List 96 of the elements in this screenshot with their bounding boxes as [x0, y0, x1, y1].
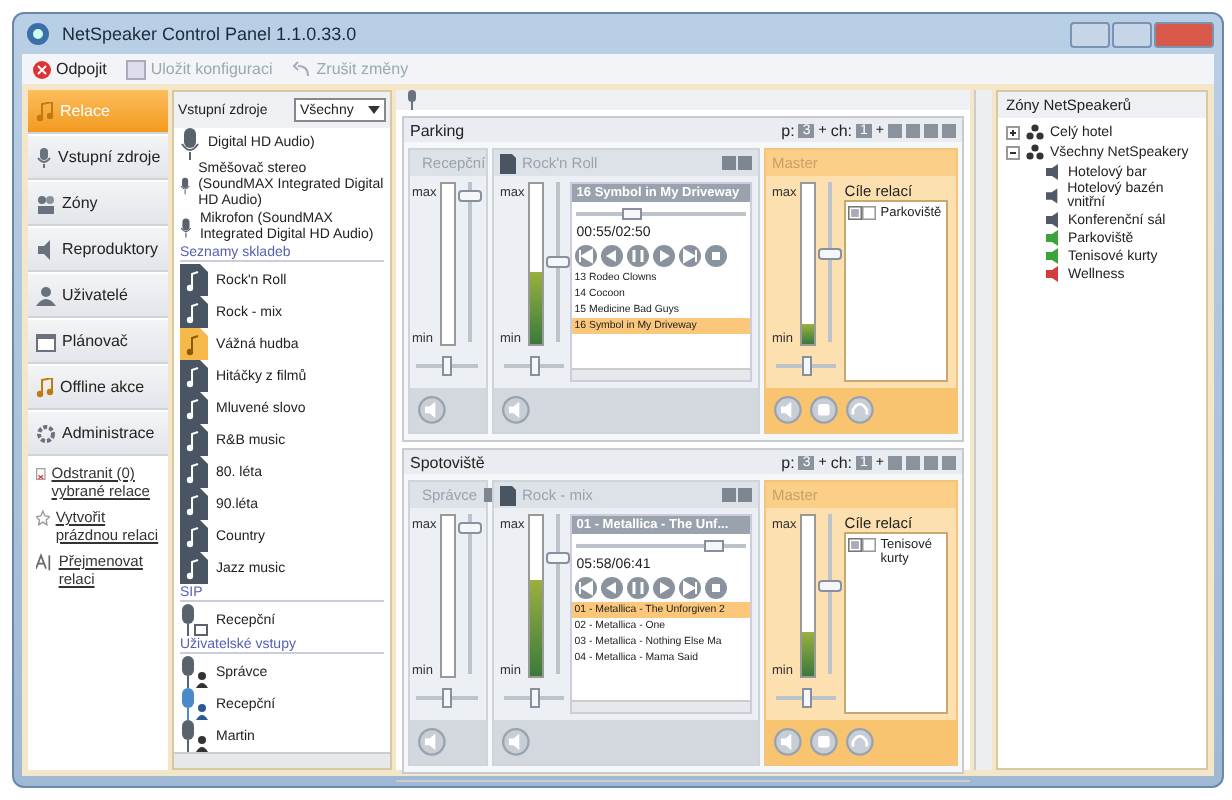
- relation-name: Parking: [410, 121, 465, 139]
- next-icon[interactable]: [678, 576, 703, 600]
- headphones-button[interactable]: [846, 727, 876, 757]
- volume-slider[interactable]: [458, 521, 483, 534]
- vertical-scrollbar[interactable]: [974, 90, 992, 770]
- balance-slider[interactable]: [801, 356, 812, 376]
- music-file-icon: [180, 424, 208, 456]
- ch-label: ch:: [830, 121, 852, 139]
- speaker-button[interactable]: [502, 727, 532, 757]
- next-icon[interactable]: [678, 244, 703, 268]
- microphone-user-icon: [180, 720, 208, 752]
- rewind-icon[interactable]: [600, 576, 625, 600]
- stop-icon[interactable]: [704, 244, 729, 268]
- expand-icon[interactable]: [1006, 126, 1020, 140]
- music-note-icon: [36, 101, 54, 121]
- volume-slider[interactable]: [458, 189, 483, 202]
- previous-icon[interactable]: [574, 244, 599, 268]
- microphone-user-icon: [180, 688, 208, 720]
- pause-icon[interactable]: [626, 244, 651, 268]
- minimize-button[interactable]: [1070, 21, 1110, 47]
- nav-item[interactable]: Uživatelé: [28, 274, 168, 318]
- horizontal-scrollbar[interactable]: [572, 368, 750, 380]
- headphones-button[interactable]: [846, 395, 876, 425]
- people-icon: [36, 193, 56, 213]
- music-file-icon: [180, 264, 208, 296]
- people-group-icon: [1026, 144, 1044, 162]
- document-delete-icon: [36, 464, 46, 484]
- nav-item[interactable]: Vstupní zdroje: [28, 136, 168, 180]
- music-note-icon: [36, 377, 54, 397]
- relation-name: Spotoviště: [410, 453, 485, 471]
- rewind-icon[interactable]: [600, 244, 625, 268]
- music-file-icon: [500, 485, 516, 505]
- play-icon[interactable]: [652, 576, 677, 600]
- nav-item[interactable]: Zóny: [28, 182, 168, 226]
- progress-slider[interactable]: [703, 540, 724, 552]
- progress-slider[interactable]: [621, 208, 642, 220]
- star-icon: [36, 508, 50, 528]
- microphone-icon: [36, 147, 52, 167]
- balance-slider[interactable]: [442, 688, 453, 708]
- volume-slider[interactable]: [546, 256, 571, 268]
- balance-slider[interactable]: [529, 688, 540, 708]
- nav-item[interactable]: Reproduktory: [28, 228, 168, 272]
- balance-slider[interactable]: [529, 356, 540, 376]
- collapse-icon[interactable]: [1006, 146, 1020, 160]
- horizontal-scrollbar[interactable]: [174, 752, 390, 768]
- rename-icon: [36, 552, 53, 572]
- window-title: NetSpeaker Control Panel 1.1.0.33.0: [62, 24, 357, 44]
- music-file-icon: [180, 456, 208, 488]
- maximize-button[interactable]: [1112, 21, 1152, 47]
- gear-icon: [36, 423, 56, 443]
- balance-slider[interactable]: [442, 356, 453, 376]
- play-icon[interactable]: [652, 244, 677, 268]
- pause-icon[interactable]: [626, 576, 651, 600]
- volume-slider[interactable]: [818, 248, 843, 261]
- music-file-icon: [180, 296, 208, 328]
- music-file-icon: [500, 153, 516, 173]
- app-icon: [26, 22, 50, 46]
- microphone-phone-icon: [180, 604, 208, 636]
- speaker-icon: [36, 239, 56, 259]
- volume-slider[interactable]: [818, 580, 843, 593]
- balance-slider[interactable]: [801, 688, 812, 708]
- nav-item[interactable]: Plánovač: [28, 320, 168, 364]
- microphone-icon: [180, 128, 200, 161]
- close-button[interactable]: [1154, 21, 1214, 47]
- music-file-icon: [180, 360, 208, 392]
- nav-item[interactable]: Offline akce: [28, 366, 168, 410]
- previous-icon[interactable]: [574, 576, 599, 600]
- p-label: p:: [781, 453, 795, 471]
- horizontal-scrollbar[interactable]: [396, 780, 970, 782]
- stop-button[interactable]: [810, 395, 840, 425]
- disconnect-icon: [32, 59, 52, 79]
- music-file-icon: [180, 552, 208, 584]
- speaker-button[interactable]: [774, 727, 804, 757]
- nav-item[interactable]: Administrace: [28, 412, 168, 456]
- music-file-icon: [180, 328, 208, 360]
- microphone-user-icon: [180, 656, 208, 688]
- speaker-button[interactable]: [502, 395, 532, 425]
- speaker-button[interactable]: [418, 727, 448, 757]
- music-file-icon: [180, 520, 208, 552]
- speaker-button[interactable]: [774, 395, 804, 425]
- calendar-icon: [36, 331, 56, 351]
- music-file-icon: [180, 392, 208, 424]
- horizontal-scrollbar[interactable]: [572, 700, 750, 712]
- users-icon: [36, 285, 56, 305]
- undo-arrow-icon: [292, 59, 313, 79]
- caret-icon: [368, 106, 380, 114]
- stop-button[interactable]: [810, 727, 840, 757]
- music-file-icon: [180, 488, 208, 520]
- microphone-icon: [406, 90, 418, 110]
- p-label: p:: [781, 121, 795, 139]
- stop-icon[interactable]: [704, 576, 729, 600]
- speaker-button[interactable]: [418, 395, 448, 425]
- people-group-icon: [1026, 124, 1044, 142]
- volume-slider[interactable]: [546, 551, 571, 563]
- ch-label: ch:: [830, 453, 852, 471]
- disconnect-button[interactable]: Odpojit: [28, 57, 111, 81]
